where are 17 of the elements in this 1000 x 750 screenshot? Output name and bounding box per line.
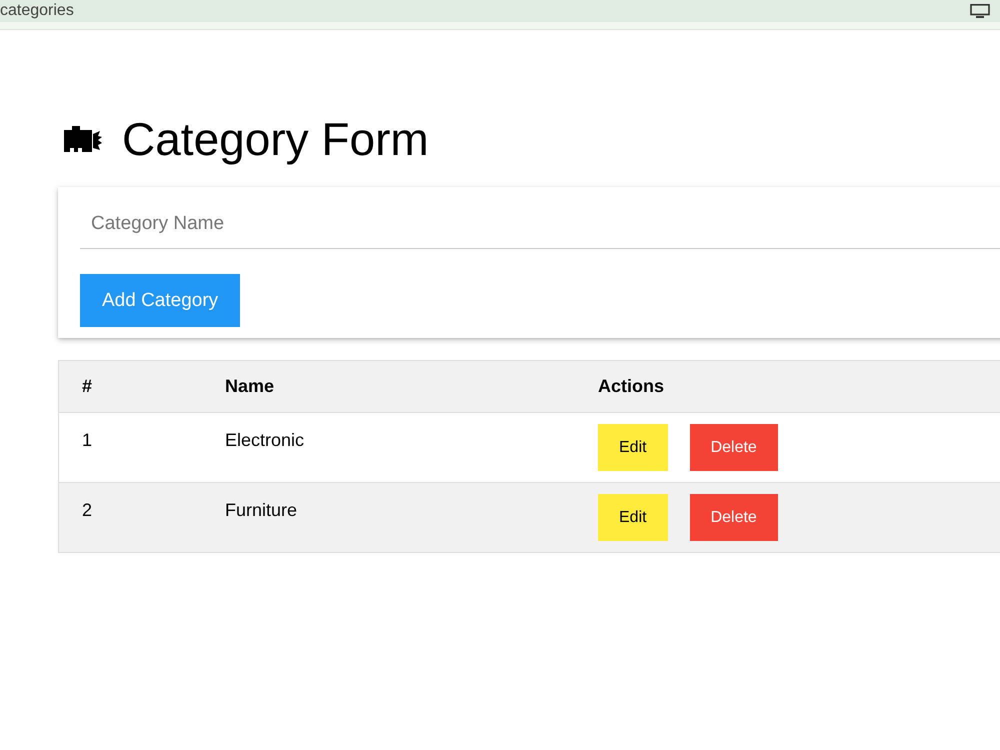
input-field[interactable]: Category Name <box>80 203 1000 249</box>
delete-button[interactable]: Delete <box>690 494 778 541</box>
edit-button[interactable]: Edit <box>598 494 668 541</box>
page-title: Category Form <box>122 113 429 165</box>
table-cell: Electronic <box>225 430 304 451</box>
tab-title: categories <box>0 2 74 20</box>
table-cell: 1 <box>82 430 92 451</box>
column-header: Name <box>225 376 274 397</box>
column-header: Actions <box>598 376 664 397</box>
table-cell: Furniture <box>225 500 298 521</box>
monitor-icon[interactable] <box>970 4 990 18</box>
camera-icon <box>62 124 102 154</box>
column-header: # <box>82 376 92 397</box>
delete-button[interactable]: Delete <box>690 424 778 471</box>
table-cell: 2 <box>82 500 92 521</box>
add-category-button[interactable]: Add Category <box>80 274 240 327</box>
edit-button[interactable]: Edit <box>598 424 668 471</box>
